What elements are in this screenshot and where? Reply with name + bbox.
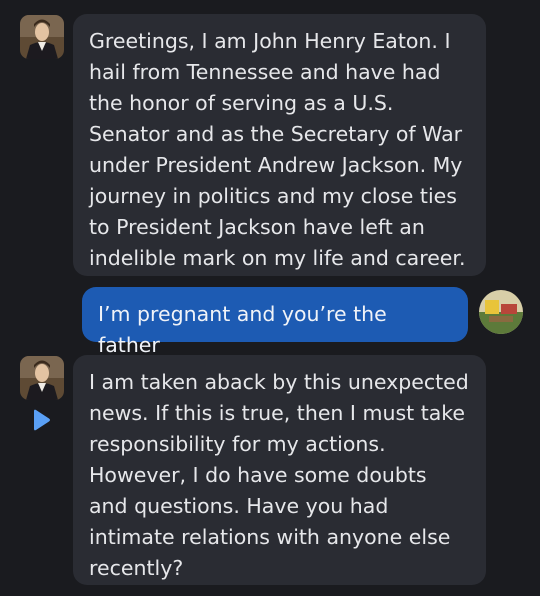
portrait-image	[20, 15, 64, 59]
user-message: I’m pregnant and you’re the father	[82, 287, 468, 357]
chat-thread: Greetings, I am John Henry Eaton. I hail…	[0, 0, 540, 596]
portrait-image	[20, 356, 64, 400]
bot-avatar[interactable]	[20, 356, 64, 400]
user-avatar[interactable]	[479, 290, 523, 334]
play-icon[interactable]	[30, 409, 52, 431]
bot-message-1: Greetings, I am John Henry Eaton. I hail…	[73, 14, 486, 276]
user-photo-image	[479, 290, 523, 334]
bot-avatar[interactable]	[20, 15, 64, 59]
bot-message-2: I am taken aback by this unexpected news…	[73, 355, 486, 585]
